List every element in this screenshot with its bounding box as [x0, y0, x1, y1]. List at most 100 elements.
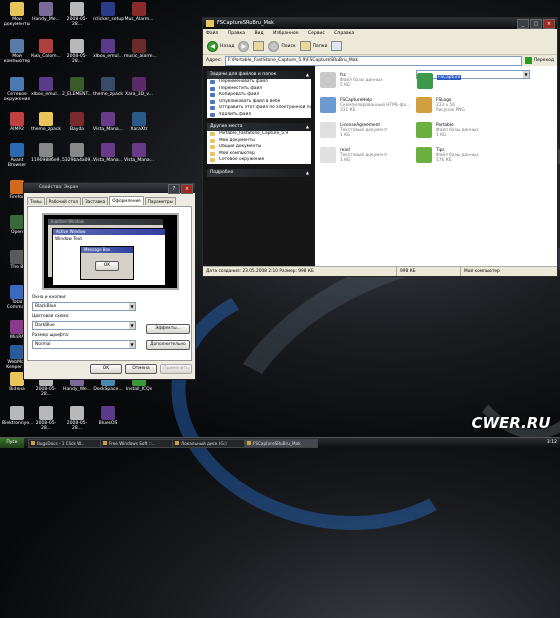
- advanced-button[interactable]: Дополнительно: [146, 340, 190, 350]
- menu-file[interactable]: Файл: [206, 31, 218, 36]
- desktop-icon[interactable]: Мой компьютер: [2, 39, 32, 64]
- desktop-icon[interactable]: 2008-05-28...: [62, 406, 92, 431]
- desktop-icon[interactable]: Bayda: [62, 112, 92, 132]
- cancel-button[interactable]: Отмена: [125, 364, 157, 374]
- maximize-button[interactable]: □: [530, 19, 542, 29]
- app-icon: [10, 180, 24, 194]
- help-button[interactable]: ?: [168, 184, 180, 194]
- taskbar-button[interactable]: Free Windows Soft ::...: [100, 439, 174, 448]
- task-link[interactable]: Удалить файл: [207, 112, 311, 119]
- forward-arrow-icon[interactable]: ▶: [238, 40, 250, 52]
- dialog-title: Свойства: Экран: [39, 185, 79, 190]
- menu-view[interactable]: Вид: [254, 31, 263, 36]
- desktop-icon[interactable]: Vista_Mana...: [124, 143, 154, 163]
- go-arrow-icon: [524, 57, 532, 64]
- desktop-icon[interactable]: 2008-05-28...: [31, 406, 61, 431]
- desktop-icon[interactable]: 2008-05-28...: [62, 39, 92, 64]
- menu-tools[interactable]: Сервис: [308, 31, 325, 36]
- site-watermark: CWER.RU: [471, 414, 551, 432]
- explorer-menubar: Файл Правка Вид Избранное Сервис Справка: [203, 29, 557, 38]
- desktop-icon[interactable]: Vista_Mana...: [93, 143, 123, 163]
- file-item[interactable]: FSCapture: [416, 70, 530, 89]
- desktop-icon[interactable]: theme_zpack: [31, 112, 61, 132]
- apply-button[interactable]: Применить: [160, 364, 192, 374]
- dialog-tab[interactable]: Параметры: [144, 197, 176, 205]
- windows-buttons-select[interactable]: BlackBlue: [32, 302, 136, 311]
- desktop-icon[interactable]: BluesOS: [93, 406, 123, 426]
- start-button[interactable]: Пуск: [0, 438, 24, 448]
- desktop-icon-label: 2008-05-28...: [35, 421, 57, 431]
- desktop-icon[interactable]: xlbox_emul...: [31, 77, 61, 97]
- desktop-icon[interactable]: Avant Browser: [2, 143, 32, 168]
- views-icon[interactable]: [331, 41, 343, 51]
- dialog-close-button[interactable]: ×: [181, 184, 193, 194]
- preview-message-title: Message Box: [81, 247, 133, 253]
- desktop-icon[interactable]: Handy_Ме...: [31, 2, 61, 22]
- file-item[interactable]: LicenseAgreement Текстовый документ 1 КБ: [320, 120, 430, 142]
- desktop-icon[interactable]: theme_zpack: [93, 77, 123, 97]
- desktop-icon[interactable]: 11909886e9...: [31, 143, 64, 163]
- desktop-icon[interactable]: xlbox_emul...: [93, 39, 123, 59]
- menu-favorites[interactable]: Избранное: [273, 31, 299, 36]
- dialog-tab[interactable]: Заставка: [82, 197, 109, 205]
- desktop-icon[interactable]: Киа_Colom...: [31, 39, 61, 59]
- search-button[interactable]: ○ Поиск: [268, 40, 296, 52]
- desktop-icon[interactable]: Мои документы: [2, 2, 32, 27]
- file-item[interactable]: fsc Файл базы данных 5 КБ: [320, 70, 430, 92]
- desktop-icon[interactable]: Biektronnye...: [2, 406, 33, 426]
- desktop-icon[interactable]: rclicker_setup: [93, 2, 124, 22]
- taskbar-button[interactable]: BugsDocs - 1 Click W...: [28, 439, 102, 448]
- desktop-icon[interactable]: Vista_Mana...: [93, 112, 123, 132]
- back-button[interactable]: ◀ Назад: [207, 40, 234, 52]
- font-size-select[interactable]: Normal: [32, 340, 136, 349]
- file-meta: 1 КБ: [340, 158, 351, 163]
- desktop-icon[interactable]: Сетевое окружение: [2, 77, 32, 102]
- display-properties-dialog[interactable]: Свойства: Экран ? × Темы Рабочий стол Заста…: [23, 182, 196, 380]
- close-button[interactable]: ×: [543, 19, 555, 29]
- minimize-button[interactable]: _: [517, 19, 529, 29]
- taskbar-button[interactable]: FSCaptureSRuBru_Mak: [244, 439, 318, 448]
- file-item[interactable]: Tips Файл базы данных 176 КБ: [416, 145, 526, 167]
- desktop-icon[interactable]: music_alarm...: [124, 39, 157, 59]
- go-button[interactable]: Переход: [524, 57, 557, 64]
- other-places-header[interactable]: Другие места: [207, 123, 311, 131]
- ok-button[interactable]: OK: [90, 364, 122, 374]
- details-header[interactable]: Подробно: [207, 168, 311, 177]
- app-icon: [101, 143, 115, 157]
- desktop-icon[interactable]: XaraXtr: [124, 112, 154, 132]
- preview-ok-button: OK: [95, 261, 119, 271]
- desktop-icon-label: The B: [10, 265, 24, 270]
- file-item[interactable]: FSCaptureHelp Скомпилированный HTML-фа...…: [320, 95, 430, 117]
- desktop-icon-label: 2008-05-28...: [66, 17, 88, 27]
- appearance-preview: Inactive Window Active Window Window Tex…: [42, 213, 179, 290]
- up-folder-icon[interactable]: [253, 41, 265, 51]
- desktop-icon[interactable]: Mus_Alarm...: [124, 2, 154, 22]
- app-icon: [10, 77, 24, 91]
- desktop-icon[interactable]: 2_ELEMENT...: [62, 77, 92, 97]
- effects-button[interactable]: Эффекты...: [146, 324, 190, 334]
- desktop-icon[interactable]: 2008-05-28...: [62, 2, 92, 27]
- file-tasks-header[interactable]: Задачи для файлов и папок: [207, 71, 311, 79]
- dialog-titlebar[interactable]: Свойства: Экран ? ×: [24, 183, 195, 194]
- file-icon: [320, 97, 336, 113]
- desktop-icon-label: theme_zpack: [93, 92, 123, 97]
- color-scheme-select[interactable]: DarkBlue: [32, 321, 136, 330]
- folders-button[interactable]: Папки: [299, 41, 327, 51]
- menu-help[interactable]: Справка: [334, 31, 354, 36]
- dialog-tab[interactable]: Оформление: [109, 196, 144, 205]
- file-item[interactable]: read Текстовый документ 1 КБ: [320, 145, 430, 167]
- address-input[interactable]: F:\Portable_FastStone_Capture_5.9\FSCapt…: [224, 55, 522, 66]
- desktop-icon[interactable]: 5329ba4a09...: [62, 143, 95, 163]
- explorer-titlebar[interactable]: FSCaptureSRuBru_Mak _ □ ×: [203, 18, 557, 29]
- menu-edit[interactable]: Правка: [228, 31, 245, 36]
- file-item[interactable]: Portable Файл базы данных 1 КБ: [416, 120, 526, 142]
- dialog-tab[interactable]: Рабочий стол: [45, 197, 82, 205]
- file-item[interactable]: FSLogo 233 x 56 Рисунок PNG: [416, 95, 526, 117]
- desktop-icon[interactable]: Хara_3D_v...: [124, 77, 154, 97]
- explorer-window[interactable]: FSCaptureSRuBru_Mak _ □ × Файл Правка Вид …: [202, 17, 558, 277]
- desktop-icon[interactable]: AIMP2: [2, 112, 32, 132]
- task-link[interactable]: Сетевое окружение: [207, 157, 311, 164]
- taskbar-button[interactable]: Локальный диск (G:): [172, 439, 246, 448]
- font-size-label: Размер шрифта:: [32, 333, 70, 338]
- dialog-tab[interactable]: Темы: [27, 197, 45, 205]
